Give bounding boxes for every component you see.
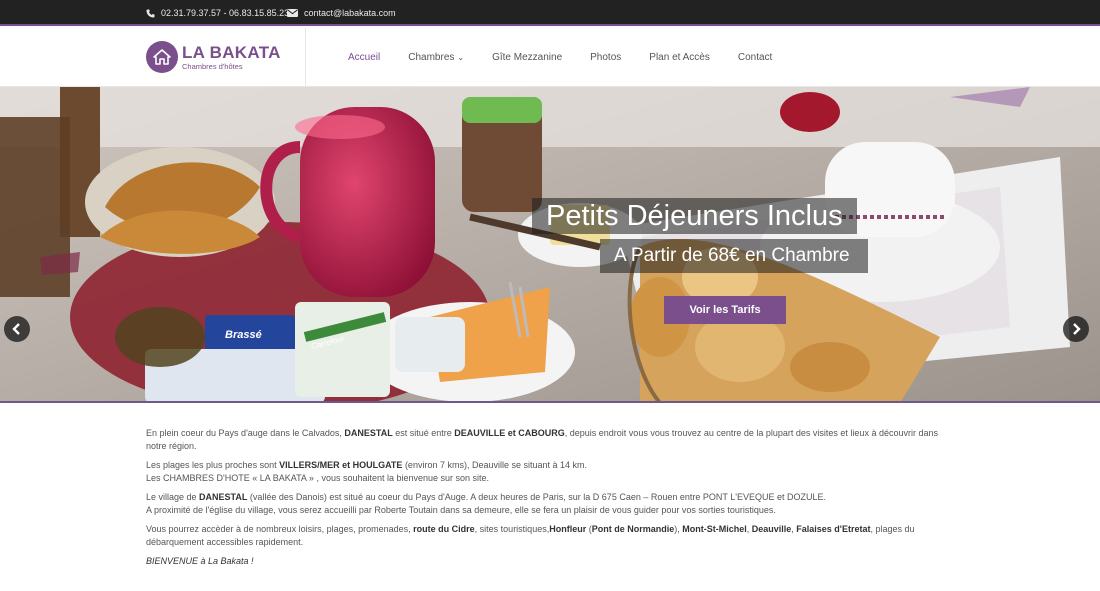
top-bar: 02.31.79.37.57 - 06.83.15.85.23 contact@… (0, 0, 1100, 26)
logo-subtitle: Chambres d'hôtes (182, 62, 243, 71)
chevron-left-icon (12, 323, 20, 335)
topbar-email[interactable]: contact@labakata.com (287, 0, 396, 26)
welcome-text: BIENVENUE à La Bakata ! (146, 556, 254, 566)
hero-subheadline: A Partir de 68€ en Chambre (600, 239, 868, 273)
brasse-label: Brassé (225, 329, 262, 341)
nav-gite-mezzanine[interactable]: Gîte Mezzanine (492, 52, 562, 63)
paragraph-village: Le village de DANESTAL (vallée des Danoi… (146, 492, 826, 515)
logo[interactable]: LA BAKATA Chambres d'hôtes (146, 41, 296, 75)
hero-headline: Petits Déjeuners Inclus (532, 198, 857, 234)
voir-tarifs-button[interactable]: Voir les Tarifs (664, 296, 786, 324)
chevron-down-icon: ⌄ (457, 52, 465, 62)
house-icon (153, 49, 171, 65)
mail-icon (287, 9, 298, 17)
topbar-phone[interactable]: 02.31.79.37.57 - 06.83.15.85.23 (146, 0, 289, 26)
chevron-right-icon (1073, 323, 1081, 335)
header: LA BAKATA Chambres d'hôtes Accueil Chamb… (0, 28, 1100, 87)
email-text: contact@labakata.com (304, 8, 396, 18)
nav-accueil[interactable]: Accueil (348, 52, 380, 63)
nav-contact[interactable]: Contact (738, 52, 772, 63)
slider-prev-button[interactable] (4, 316, 30, 342)
logo-badge (146, 41, 178, 73)
logo-title: LA BAKATA (182, 43, 281, 62)
phone-icon (146, 8, 155, 18)
hero-slider: Brassé Carrefour Petits Déjeuners Inclus… (0, 87, 1100, 403)
header-divider (305, 28, 306, 86)
breakfast-photo: Brassé Carrefour (0, 87, 1100, 401)
intro-text: En plein coeur du Pays d'auge dans le Ca… (146, 427, 956, 574)
main-nav: Accueil Chambres ⌄ Gîte Mezzanine Photos … (348, 28, 800, 86)
paragraph-plages: Les plages les plus proches sont VILLERS… (146, 460, 588, 483)
paragraph-intro: En plein coeur du Pays d'auge dans le Ca… (146, 428, 938, 451)
nav-plan-acces[interactable]: Plan et Accès (649, 52, 710, 63)
paragraph-loisirs: Vous pourrez accèder à de nombreux loisi… (146, 524, 915, 547)
nav-photos[interactable]: Photos (590, 52, 621, 63)
slider-next-button[interactable] (1063, 316, 1089, 342)
phone-text: 02.31.79.37.57 - 06.83.15.85.23 (161, 8, 290, 18)
nav-chambres[interactable]: Chambres ⌄ (408, 52, 464, 63)
